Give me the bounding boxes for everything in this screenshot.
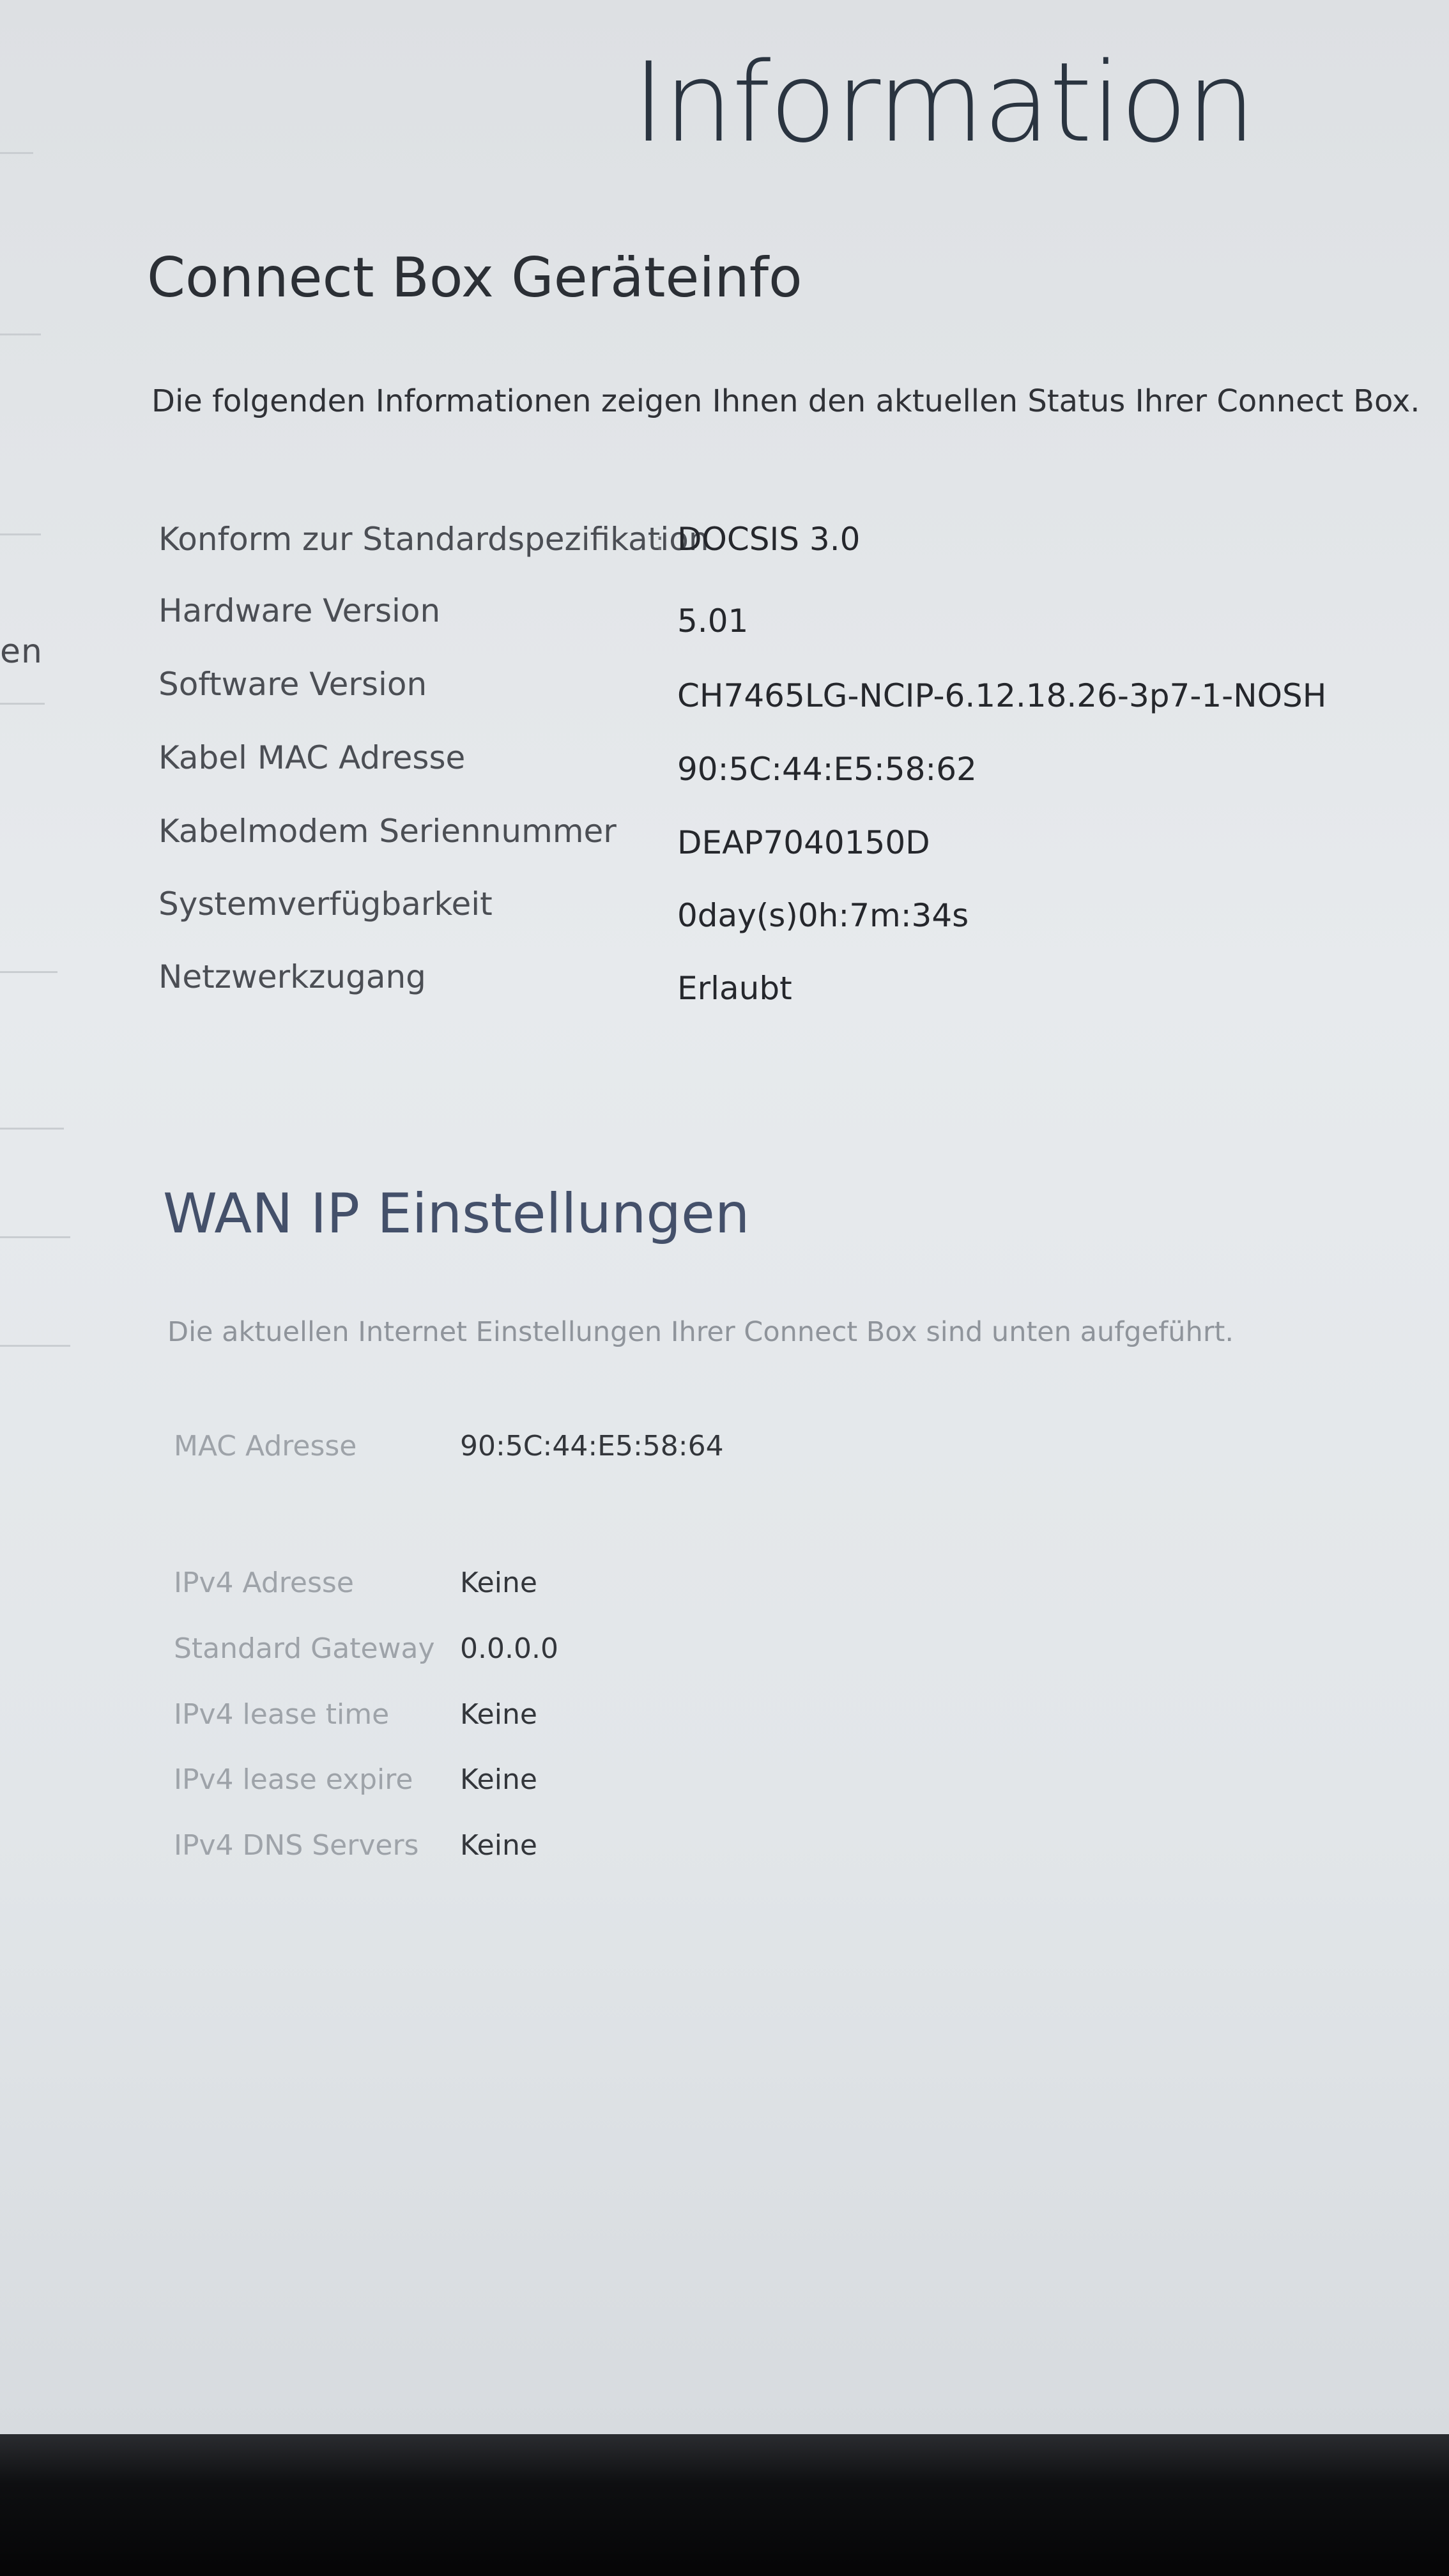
browser-viewport: en Information Connect Box Geräteinfo Di… [0, 0, 1449, 2434]
row-value: Keine [460, 1763, 537, 1796]
row-value: 90:5C:44:E5:58:62 [677, 751, 977, 788]
monitor-bezel [0, 2434, 1449, 2576]
sidebar-divider [0, 1128, 64, 1130]
row-value: Keine [460, 1698, 537, 1731]
wan-settings-heading: WAN IP Einstellungen [163, 1182, 750, 1246]
row-value: 0.0.0.0 [460, 1632, 558, 1665]
row-label: IPv4 lease time [174, 1698, 390, 1731]
page-title: Information [632, 38, 1256, 167]
row-value: CH7465LG-NCIP-6.12.18.26-3p7-1-NOSH [677, 677, 1327, 714]
row-label: Kabelmodem Seriennummer [158, 813, 617, 850]
row-label: Konform zur Standardspezifikation [158, 521, 709, 558]
row-separator: : [656, 527, 664, 556]
sidebar-item-label[interactable]: en [0, 632, 43, 671]
row-label: Netzwerkzugang [158, 958, 426, 995]
sidebar-divider [0, 334, 41, 335]
row-label: Standard Gateway [174, 1632, 435, 1665]
row-value: 0day(s)0h:7m:34s [677, 897, 969, 934]
wan-settings-intro: Die aktuellen Internet Einstellungen Ihr… [167, 1316, 1234, 1348]
row-label: IPv4 DNS Servers [174, 1829, 419, 1862]
row-label: Systemverfügbarkeit [158, 885, 493, 923]
row-label: IPv4 lease expire [174, 1763, 413, 1796]
row-value: Keine [460, 1567, 537, 1599]
device-info-heading: Connect Box Geräteinfo [147, 246, 802, 310]
device-info-intro: Die folgenden Informationen zeigen Ihnen… [151, 383, 1420, 419]
row-value: Keine [460, 1829, 537, 1862]
row-value: 90:5C:44:E5:58:64 [460, 1430, 724, 1462]
row-label: MAC Adresse [174, 1430, 357, 1462]
row-label: IPv4 Adresse [174, 1567, 354, 1599]
row-value: 5.01 [677, 602, 749, 640]
sidebar-divider [0, 152, 33, 154]
row-label: Hardware Version [158, 592, 441, 629]
row-label: Kabel MAC Adresse [158, 739, 466, 776]
row-label: Software Version [158, 666, 427, 703]
row-value: DEAP7040150D [677, 824, 930, 861]
row-value: Erlaubt [677, 970, 792, 1007]
sidebar-divider [0, 971, 57, 973]
row-value: DOCSIS 3.0 [677, 521, 861, 558]
sidebar-divider [0, 1236, 70, 1238]
sidebar-divider [0, 703, 45, 705]
sidebar-divider [0, 533, 41, 535]
sidebar-divider [0, 1345, 70, 1347]
